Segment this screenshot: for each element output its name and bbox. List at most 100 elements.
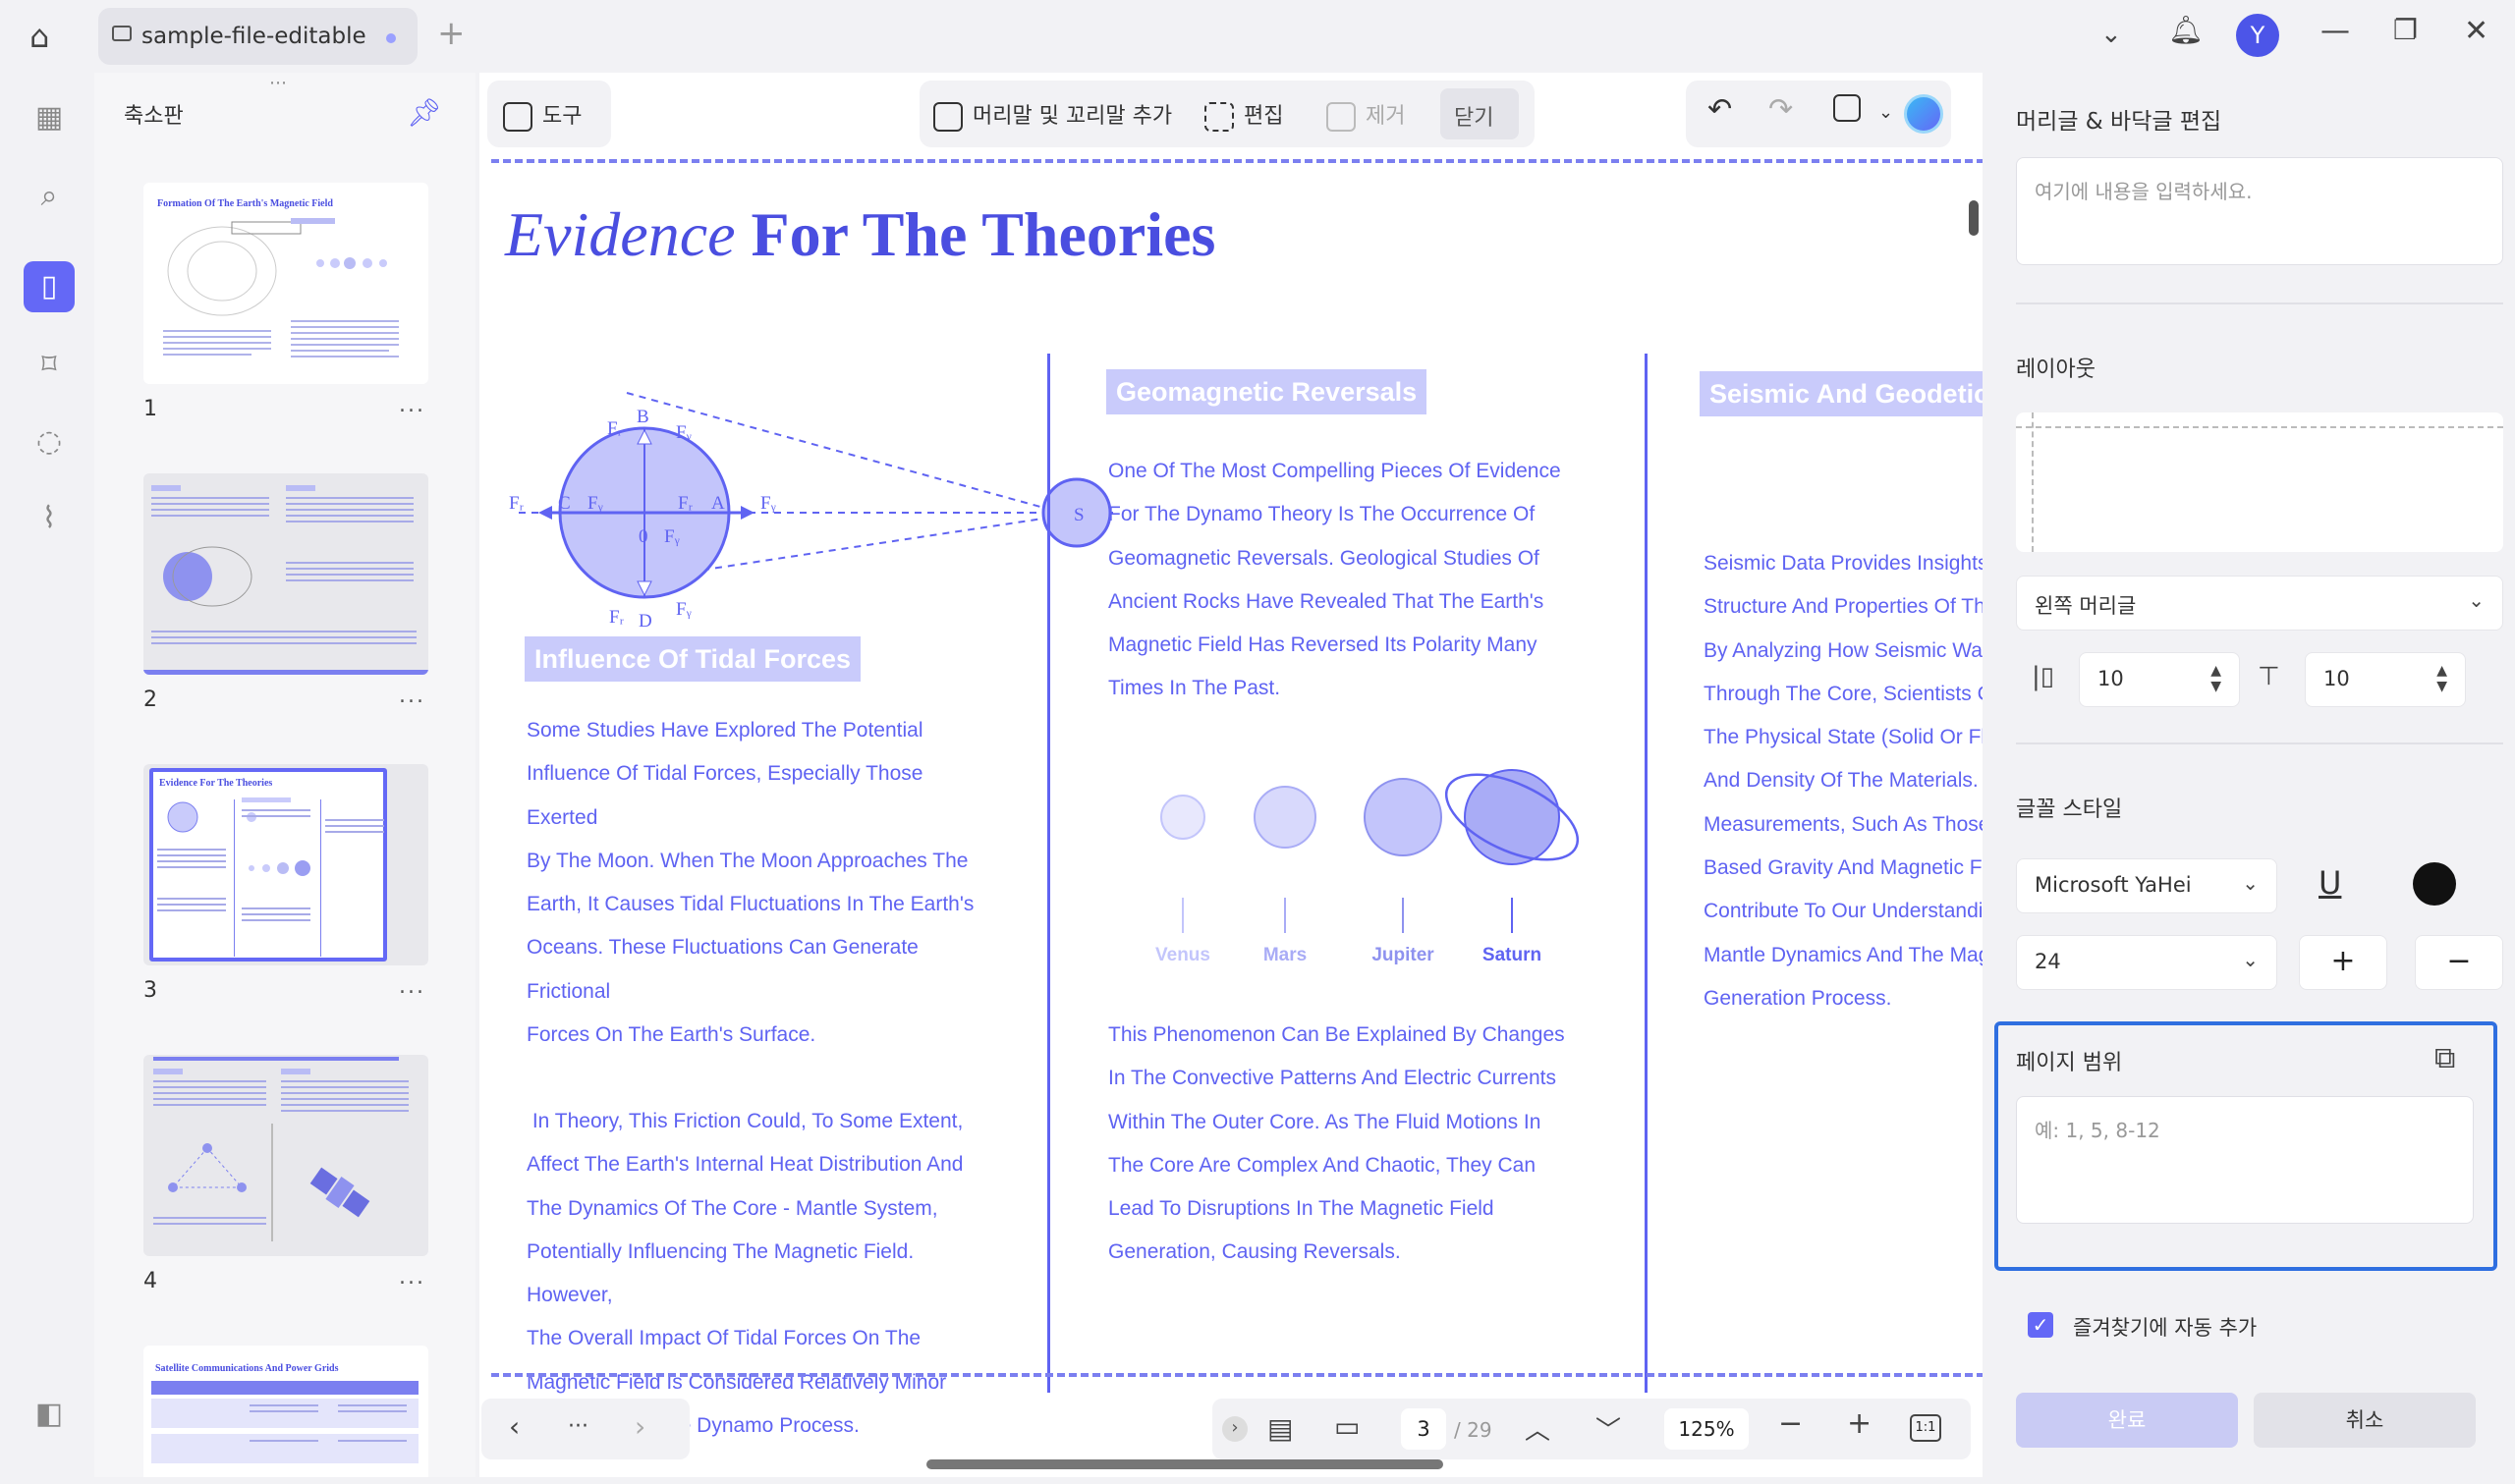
redo-icon[interactable]: ↷ [1768, 92, 1793, 127]
restore-button[interactable]: ❐ [2393, 14, 2418, 46]
page-range-input[interactable]: 예: 1, 5, 8-12 [2016, 1096, 2474, 1224]
add-header-footer-button[interactable]: 머리말 및 꼬리말 추가 [933, 98, 1172, 132]
avatar[interactable]: Y [2236, 14, 2279, 57]
page-thumbnail-1[interactable]: Formation Of The Earth's Magnetic Field [143, 183, 428, 384]
left-rail: ▦ ⌕ ▯ ⌑ ◌ ⌇ ◧ [8, 73, 92, 1477]
page-total: / 29 [1454, 1418, 1492, 1442]
geomagnetic-paragraph-2: This Phenomenon Can Be Explained By Chan… [1108, 1023, 1565, 1264]
divider [2016, 302, 2503, 304]
home-icon[interactable]: ⌂ [29, 18, 49, 55]
save-button[interactable] [1833, 94, 1871, 122]
zoom-level[interactable]: 125% [1664, 1408, 1749, 1450]
save-chevron-down-icon[interactable]: ⌄ [1878, 102, 1893, 123]
minimize-button[interactable]: — [2320, 14, 2350, 48]
horizontal-scrollbar-thumb[interactable] [926, 1459, 1443, 1469]
presentation-icon[interactable]: ▭ [1334, 1410, 1360, 1443]
page-more-button[interactable]: ... [399, 684, 425, 708]
diagram-label: Fᵧ [676, 599, 692, 620]
thumbnails-icon[interactable]: ▯ [24, 261, 75, 312]
cancel-button[interactable]: 취소 [2254, 1393, 2476, 1448]
page-up-icon[interactable]: ︿ [1525, 1410, 1550, 1447]
left-margin-stepper[interactable]: 10 ▲ ▼ [2079, 652, 2240, 707]
stepper-arrows-icon[interactable]: ▲ ▼ [2210, 663, 2221, 694]
layout-label: 레이아웃 [2016, 357, 2096, 382]
font-size-select[interactable]: 24 ⌄ [2016, 935, 2277, 990]
underline-icon[interactable]: U [2319, 864, 2341, 902]
page-range-picker-icon[interactable]: ⧉ [2434, 1041, 2455, 1075]
document-canvas: 도구 머리말 및 꼬리말 추가 편집 제거 닫기 ↶ ↷ ⌄ Evidence … [479, 73, 1983, 1477]
chevron-down-icon[interactable]: ⌄ [2100, 20, 2122, 49]
monitor-icon [112, 26, 132, 41]
diagram-label: Fᵧ [676, 422, 692, 443]
header-footer-toolbar: 머리말 및 꼬리말 추가 편집 제거 닫기 [920, 81, 1535, 147]
page-more-button[interactable]: ... [399, 974, 425, 999]
diagram-label: Fᵧ [760, 493, 776, 514]
trash-icon [1326, 102, 1356, 132]
bell-icon[interactable]: 🔔︎ [2168, 14, 2204, 46]
save-icon [1833, 94, 1861, 122]
page-more-button[interactable]: ... [399, 1265, 425, 1290]
attachment-icon[interactable]: ⌇ [24, 493, 75, 544]
increase-size-button[interactable]: + [2299, 935, 2387, 990]
text-color-swatch[interactable] [2413, 862, 2456, 906]
chevron-down-icon: ⌄ [2242, 948, 2259, 971]
ai-assistant-icon[interactable] [1904, 94, 1943, 134]
zoom-in-icon[interactable]: + [1847, 1406, 1872, 1441]
page-thumbnail-5[interactable]: Satellite Communications And Power Grids [143, 1346, 428, 1477]
page-more-button[interactable]: ... [399, 393, 425, 417]
undo-icon[interactable]: ↶ [1707, 92, 1732, 127]
page-thumbnail-3[interactable]: Evidence For The Theories [143, 764, 428, 965]
zoom-out-icon[interactable]: − [1778, 1406, 1803, 1441]
stepper-arrows-icon[interactable]: ▲ ▼ [2436, 663, 2447, 694]
content-input[interactable]: 여기에 내용을 입력하세요. [2016, 157, 2503, 265]
decrease-size-button[interactable]: − [2415, 935, 2503, 990]
header-region-guide [491, 159, 1983, 163]
thumbnail-panel: ⋯ 축소판 📌︎ Formation Of The Earth's Magnet… [94, 73, 475, 1477]
edit-button[interactable]: 편집 [1204, 98, 1283, 132]
page-thumbnail-4[interactable] [143, 1055, 428, 1256]
collapse-toolbar-button[interactable]: › [1222, 1416, 1248, 1442]
new-tab-button[interactable]: + [437, 14, 466, 53]
planet-label-venus: Venus [1155, 945, 1210, 965]
search-icon[interactable]: ⌕ [24, 171, 75, 222]
more-options-button[interactable]: ··· [568, 1414, 588, 1439]
tools-group: 도구 [487, 81, 611, 147]
title-bar: ⌂ sample-file-editable + ⌄ 🔔︎ Y — ❐ ✕ [0, 0, 2515, 73]
done-button[interactable]: 완료 [2016, 1393, 2238, 1448]
diagram-label: Fᵣ [609, 607, 624, 628]
page-thumbnail-2[interactable] [143, 473, 428, 675]
layers-icon[interactable]: ◧ [24, 1389, 75, 1440]
drag-handle[interactable]: ⋯ [269, 73, 287, 93]
page-range-label: 페이지 범위 [2016, 1051, 2123, 1075]
comment-icon[interactable]: ◌ [24, 416, 75, 467]
bookmark-icon[interactable]: ⌑ [24, 340, 75, 391]
header-footer-panel: 머리글 & 바닥글 편집 여기에 내용을 입력하세요. 레이아웃 왼쪽 머리글 ⌄… [1990, 73, 2515, 1484]
page-number-input[interactable]: 3 [1401, 1408, 1446, 1450]
remove-button[interactable]: 제거 [1326, 98, 1405, 132]
actual-size-button[interactable]: 1:1 [1910, 1414, 1941, 1442]
vertical-scrollbar-thumb[interactable] [1969, 200, 1979, 236]
next-arrow-icon[interactable]: › [635, 1410, 645, 1443]
font-family-select[interactable]: Microsoft YaHei ⌄ [2016, 858, 2277, 913]
previous-arrow-icon[interactable]: ‹ [509, 1410, 520, 1443]
unsaved-dot-icon [386, 33, 396, 43]
geomagnetic-heading: Geomagnetic Reversals [1106, 369, 1427, 414]
grid-icon[interactable]: ▦ [24, 92, 75, 143]
document-tab[interactable]: sample-file-editable [98, 8, 418, 65]
layout-preview[interactable] [2016, 412, 2503, 552]
pin-icon[interactable]: 📌︎ [407, 96, 442, 129]
geomagnetic-paragraph-1: One Of The Most Compelling Pieces Of Evi… [1108, 460, 1561, 700]
close-edit-button[interactable]: 닫기 [1440, 88, 1519, 139]
content-placeholder: 여기에 내용을 입력하세요. [2035, 180, 2253, 203]
page-range-section: 페이지 범위 ⧉ 예: 1, 5, 8-12 [1994, 1021, 2497, 1271]
top-margin-stepper[interactable]: 10 ▲ ▼ [2305, 652, 2466, 707]
diagram-label: Fᵣ [607, 418, 622, 439]
position-select[interactable]: 왼쪽 머리글 ⌄ [2016, 576, 2503, 631]
page-down-icon[interactable]: ﹀ [1595, 1410, 1621, 1447]
auto-bookmark-checkbox[interactable]: ✓ [2028, 1312, 2053, 1338]
reading-mode-icon[interactable]: ▤ [1267, 1412, 1293, 1445]
margin-guide-line [2032, 412, 2034, 552]
tools-button[interactable]: 도구 [503, 98, 582, 132]
close-window-button[interactable]: ✕ [2464, 14, 2488, 48]
history-toolbar: ↶ ↷ ⌄ [1686, 81, 1951, 147]
